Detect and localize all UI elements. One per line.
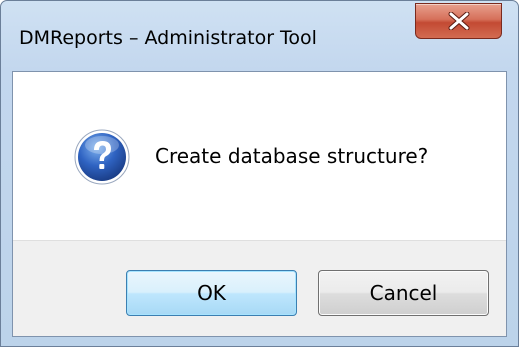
close-button[interactable] xyxy=(415,3,502,39)
close-icon xyxy=(448,12,470,30)
ok-button[interactable]: OK xyxy=(126,270,297,316)
cancel-button[interactable]: Cancel xyxy=(318,270,489,316)
dialog-message: Create database structure? xyxy=(155,144,429,168)
dialog-window: DMReports – Administrator Tool Create da… xyxy=(0,0,519,347)
button-bar: OK Cancel xyxy=(13,240,506,336)
dialog-body: Create database structure? OK Cancel xyxy=(12,71,507,337)
title-bar[interactable]: DMReports – Administrator Tool xyxy=(1,1,518,71)
window-title: DMReports – Administrator Tool xyxy=(19,27,317,49)
question-icon xyxy=(74,129,130,185)
message-area: Create database structure? xyxy=(13,72,506,240)
